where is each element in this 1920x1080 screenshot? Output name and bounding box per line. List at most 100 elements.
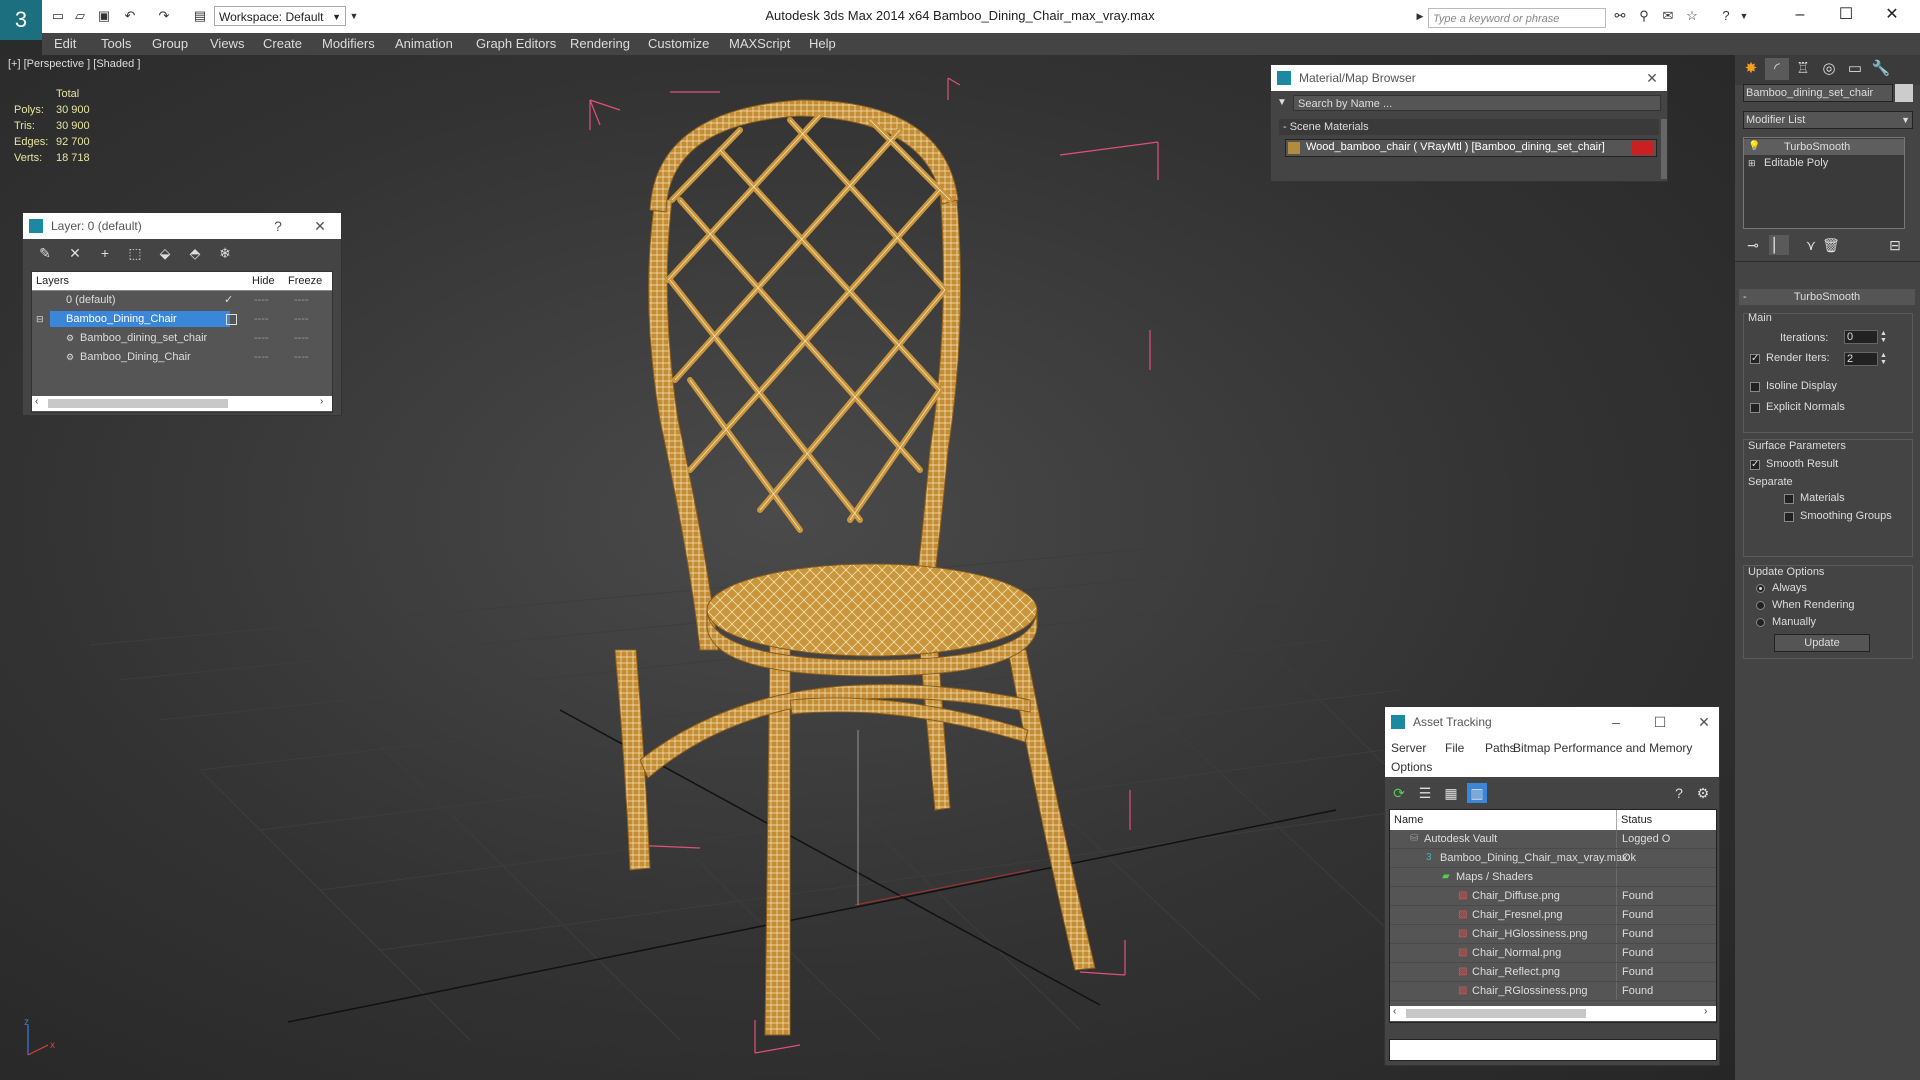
refresh-icon[interactable]: ⟳ bbox=[1389, 783, 1409, 803]
modifier-list-dropdown[interactable]: Modifier List ▼ bbox=[1743, 111, 1913, 129]
layer-help-button[interactable]: ? bbox=[265, 213, 291, 239]
layer-freeze-toggle[interactable]: ---- bbox=[294, 291, 309, 309]
spinner-arrows-icon[interactable]: ▲ ▼ bbox=[1880, 352, 1887, 366]
list-view-icon[interactable]: ☰ bbox=[1415, 783, 1435, 803]
layer-hide-toggle[interactable]: ---- bbox=[254, 291, 269, 309]
hide-all-icon[interactable]: ⬘ bbox=[185, 243, 205, 263]
scroll-thumb[interactable] bbox=[48, 399, 228, 408]
asset-row[interactable]: ▧ Chair_Fresnel.png Found bbox=[1390, 906, 1716, 925]
scene-materials-header[interactable]: - Scene Materials bbox=[1279, 119, 1659, 135]
tree-view-icon[interactable]: ▦ bbox=[1441, 783, 1461, 803]
layer-close-button[interactable]: ✕ bbox=[307, 213, 333, 239]
col-hide[interactable]: Hide bbox=[252, 272, 275, 290]
asset-path-field[interactable] bbox=[1389, 1039, 1717, 1061]
display-tab-icon[interactable]: ▭ bbox=[1843, 58, 1867, 80]
favorites-star-icon[interactable]: ☆ bbox=[1684, 8, 1700, 24]
collapse-icon[interactable]: ⊟ bbox=[36, 310, 44, 328]
create-tab-icon[interactable]: ✸ bbox=[1739, 58, 1763, 80]
show-end-result-icon[interactable]: ▏ bbox=[1769, 235, 1789, 255]
menu-group[interactable]: Group bbox=[152, 36, 188, 51]
minimize-icon[interactable]: – bbox=[1780, 4, 1820, 26]
isoline-checkbox[interactable] bbox=[1750, 382, 1760, 392]
asset-row[interactable]: ▧ Chair_RGlossiness.png Found bbox=[1390, 982, 1716, 1001]
render-iters-spinner[interactable]: 2 bbox=[1844, 352, 1878, 366]
material-search-input[interactable]: Search by Name ... bbox=[1293, 95, 1661, 111]
asset-menu-bitmap[interactable]: Bitmap Performance and Memory bbox=[1513, 741, 1692, 755]
menu-views[interactable]: Views bbox=[210, 36, 244, 51]
asset-row[interactable]: ▧ Chair_Diffuse.png Found bbox=[1390, 887, 1716, 906]
menu-edit[interactable]: Edit bbox=[54, 36, 76, 51]
open-file-icon[interactable]: ▱ bbox=[72, 8, 88, 24]
turbosmooth-rollout-header[interactable]: - TurboSmooth bbox=[1739, 289, 1915, 305]
create-layer-icon[interactable]: ✎ bbox=[35, 243, 55, 263]
asset-row[interactable]: ⛁ Autodesk Vault Logged O bbox=[1390, 830, 1716, 849]
scroll-right-icon[interactable]: › bbox=[320, 396, 323, 407]
search-expand-icon[interactable]: ▶ bbox=[1412, 8, 1428, 24]
table-view-icon[interactable]: ▥ bbox=[1467, 783, 1487, 803]
app-logo[interactable]: 3 bbox=[0, 0, 42, 40]
menu-tools[interactable]: Tools bbox=[101, 36, 131, 51]
workspace-dropdown[interactable]: Workspace: Default ▼ bbox=[214, 6, 346, 26]
add-to-layer-icon[interactable]: + bbox=[95, 243, 115, 263]
lightbulb-icon[interactable]: 💡 bbox=[1748, 139, 1760, 155]
select-objects-icon[interactable]: ⬚ bbox=[125, 243, 145, 263]
menu-modifiers[interactable]: Modifiers bbox=[322, 36, 375, 51]
minimize-icon[interactable]: – bbox=[1603, 709, 1629, 735]
make-unique-icon[interactable]: ⋎ bbox=[1801, 235, 1821, 255]
viewport-label[interactable]: [+] [Perspective ] [Shaded ] bbox=[8, 58, 140, 70]
delete-layer-icon[interactable]: ✕ bbox=[65, 243, 85, 263]
smooth-result-checkbox[interactable]: ✓ bbox=[1750, 460, 1760, 470]
remove-modifier-icon[interactable]: 🗑 bbox=[1821, 235, 1841, 255]
freeze-all-icon[interactable]: ❄ bbox=[215, 243, 235, 263]
object-color-swatch[interactable] bbox=[1895, 84, 1913, 102]
layer-hide-toggle[interactable]: ---- bbox=[254, 348, 269, 366]
menu-rendering[interactable]: Rendering bbox=[570, 36, 630, 51]
scroll-left-icon[interactable]: ‹ bbox=[35, 396, 38, 407]
close-icon[interactable]: ✕ bbox=[1691, 709, 1717, 735]
menu-help[interactable]: Help bbox=[809, 36, 836, 51]
layer-hide-toggle[interactable]: ---- bbox=[254, 310, 269, 328]
browser-scrollbar[interactable] bbox=[1661, 119, 1667, 179]
motion-tab-icon[interactable]: ◎ bbox=[1817, 58, 1841, 80]
render-iters-checkbox[interactable]: ✓ bbox=[1750, 354, 1760, 364]
layer-row[interactable]: ⚙ Bamboo_Dining_Chair ---- ---- bbox=[32, 348, 332, 366]
maximize-icon[interactable]: ☐ bbox=[1826, 4, 1866, 26]
col-status[interactable]: Status bbox=[1616, 810, 1652, 830]
object-name-field[interactable]: Bamboo_dining_set_chair bbox=[1743, 84, 1893, 102]
new-file-icon[interactable]: ▭ bbox=[50, 8, 66, 24]
layer-panel-titlebar[interactable]: Layer: 0 (default) ? ✕ bbox=[23, 213, 341, 239]
asset-row[interactable]: ▰ Maps / Shaders bbox=[1390, 868, 1716, 887]
expand-icon[interactable]: ⊞ bbox=[1748, 155, 1756, 171]
utilities-tab-icon[interactable]: 🔧 bbox=[1869, 58, 1893, 80]
materials-checkbox[interactable] bbox=[1784, 494, 1794, 504]
asset-tracking-titlebar[interactable]: Asset Tracking – ☐ ✕ bbox=[1385, 707, 1719, 737]
explicit-normals-checkbox[interactable] bbox=[1750, 403, 1760, 413]
hierarchy-tab-icon[interactable]: ♖ bbox=[1791, 58, 1815, 80]
pin-stack-icon[interactable]: ⊸ bbox=[1743, 235, 1763, 255]
help-icon[interactable]: ? bbox=[1718, 8, 1734, 24]
layer-freeze-toggle[interactable]: ---- bbox=[294, 310, 309, 328]
undo-icon[interactable]: ↶ bbox=[122, 8, 138, 24]
asset-row[interactable]: ▧ Chair_HGlossiness.png Found bbox=[1390, 925, 1716, 944]
help-dropdown-icon[interactable]: ▼ bbox=[1736, 8, 1752, 24]
spinner-arrows-icon[interactable]: ▲ ▼ bbox=[1880, 330, 1887, 344]
configure-sets-icon[interactable]: ⊟ bbox=[1885, 235, 1905, 255]
menu-customize[interactable]: Customize bbox=[648, 36, 709, 51]
col-name[interactable]: Name bbox=[1394, 810, 1423, 830]
communication-icon[interactable]: ✉ bbox=[1660, 8, 1676, 24]
smoothing-groups-checkbox[interactable] bbox=[1784, 512, 1794, 522]
update-button[interactable]: Update bbox=[1774, 634, 1870, 652]
asset-help-icon[interactable]: ? bbox=[1669, 783, 1689, 803]
project-folder-icon[interactable]: ▤ bbox=[192, 8, 208, 24]
menu-graph-editors[interactable]: Graph Editors bbox=[476, 36, 556, 51]
when-rendering-radio[interactable] bbox=[1756, 601, 1765, 610]
material-browser-titlebar[interactable]: Material/Map Browser ✕ bbox=[1271, 65, 1667, 91]
asset-menu-options[interactable]: Options bbox=[1391, 760, 1432, 774]
asset-menu-file[interactable]: File bbox=[1445, 741, 1464, 755]
col-freeze[interactable]: Freeze bbox=[288, 272, 322, 290]
layer-row[interactable]: ⚙ Bamboo_dining_set_chair ---- ---- bbox=[32, 329, 332, 347]
layer-freeze-toggle[interactable]: ---- bbox=[294, 329, 309, 347]
scroll-thumb[interactable] bbox=[1406, 1009, 1586, 1018]
asset-menu-server[interactable]: Server bbox=[1391, 741, 1426, 755]
iterations-spinner[interactable]: 0 bbox=[1844, 330, 1878, 344]
